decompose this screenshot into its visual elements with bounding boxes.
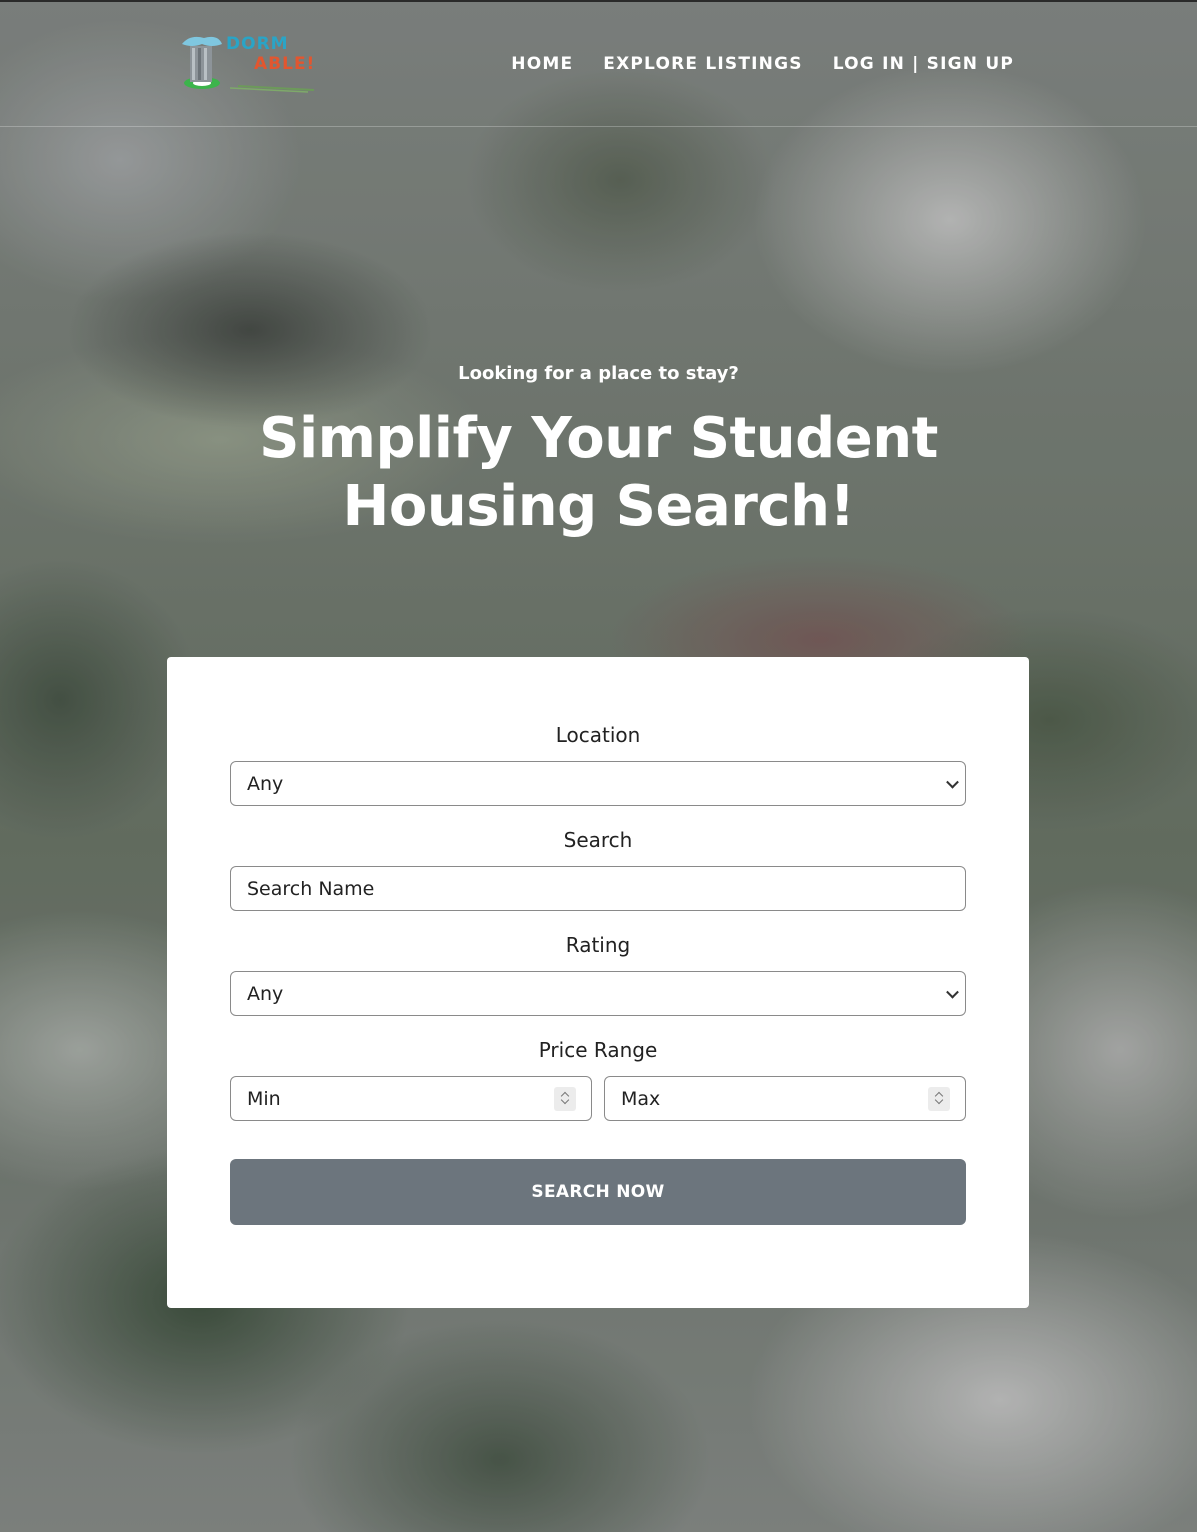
logo-text-able: ABLE! [254,54,316,74]
chevron-down-icon [946,775,959,789]
dorm-able-logo-icon[interactable]: DORM ABLE! [178,32,320,94]
chevron-down-icon [946,985,959,999]
price-max-placeholder: Max [621,1087,661,1110]
main-nav: HOME EXPLORE LISTINGS LOG IN | SIGN UP [511,54,1014,74]
nav-explore-listings-link[interactable]: EXPLORE LISTINGS [603,54,802,74]
search-card: Location Any Search Search Name Rating A… [167,657,1029,1308]
search-now-button[interactable]: SEARCH NOW [230,1159,966,1225]
search-name-input[interactable]: Search Name [230,866,966,911]
rating-label: Rating [565,933,631,957]
nav-login-signup-link[interactable]: LOG IN | SIGN UP [833,54,1014,74]
location-label: Location [555,723,641,747]
number-spinner-icon[interactable] [554,1087,576,1111]
location-selected-value: Any [247,772,284,795]
hero-title-line-2: Housing Search! [342,474,855,539]
hero-title: Simplify Your Student Housing Search! [0,405,1197,541]
logo-text-dorm: DORM [226,34,289,54]
search-label: Search [563,828,633,852]
location-select[interactable]: Any [230,761,966,806]
price-min-input[interactable]: Min [230,1076,592,1121]
price-min-placeholder: Min [247,1087,281,1110]
navbar: DORM ABLE! HOME EXPLORE LISTINGS LOG IN … [0,0,1197,127]
hero-title-line-1: Simplify Your Student [259,406,938,471]
hero-kicker: Looking for a place to stay? [458,363,739,384]
rating-select[interactable]: Any [230,971,966,1016]
rating-selected-value: Any [247,982,284,1005]
price-range-label: Price Range [538,1038,658,1062]
nav-home-link[interactable]: HOME [511,54,573,74]
number-spinner-icon[interactable] [928,1087,950,1111]
price-max-input[interactable]: Max [604,1076,966,1121]
search-name-placeholder: Search Name [247,877,375,900]
